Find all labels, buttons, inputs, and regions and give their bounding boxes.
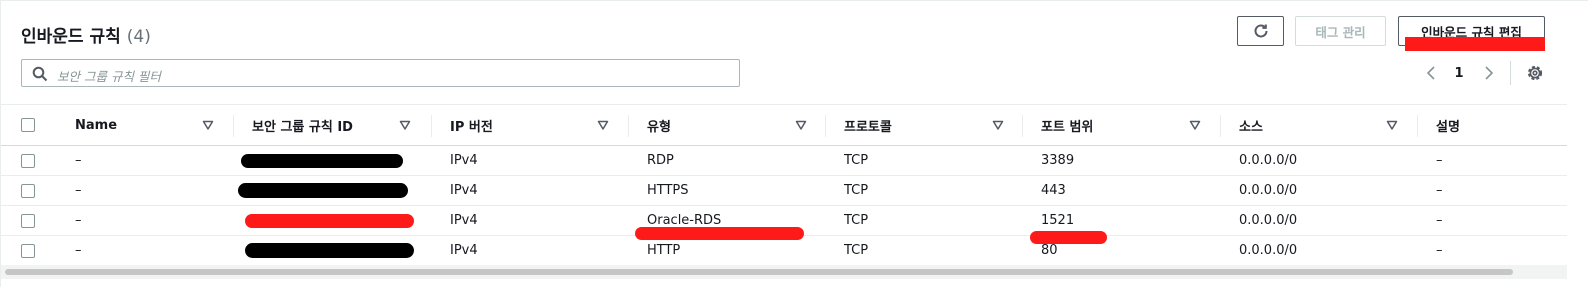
cell-description: – bbox=[1436, 243, 1443, 258]
cell-name: – bbox=[75, 213, 82, 228]
gear-icon bbox=[1527, 65, 1543, 81]
cell-source: 0.0.0.0/0 bbox=[1239, 153, 1298, 168]
redacted-rule-id bbox=[245, 214, 414, 228]
column-header-ip-version[interactable]: IP 버전 bbox=[450, 105, 493, 145]
table-row[interactable]: – IPv4 HTTP TCP 80 0.0.0.0/0 – bbox=[1, 236, 1567, 266]
horizontal-scrollbar-thumb[interactable] bbox=[5, 269, 1513, 275]
annotation-red-bar bbox=[1405, 37, 1545, 51]
cell-ip-version: IPv4 bbox=[450, 183, 478, 198]
cell-description: – bbox=[1436, 153, 1443, 168]
manage-tags-button[interactable]: 태그 관리 bbox=[1295, 16, 1386, 46]
table-row[interactable]: – IPv4 RDP TCP 3389 0.0.0.0/0 – bbox=[1, 146, 1567, 176]
row-checkbox[interactable] bbox=[21, 154, 35, 168]
column-header-rule-id[interactable]: 보안 그룹 규칙 ID bbox=[252, 105, 353, 145]
sort-down-icon[interactable] bbox=[1189, 119, 1201, 131]
column-divider bbox=[1022, 115, 1023, 137]
row-checkbox[interactable] bbox=[21, 214, 35, 228]
table-header: Name 보안 그룹 규칙 ID IP 버전 유형 프로토콜 포트 범위 소스 … bbox=[1, 104, 1567, 146]
cell-ip-version: IPv4 bbox=[450, 243, 478, 258]
sort-down-icon[interactable] bbox=[795, 119, 807, 131]
column-header-description[interactable]: 설명 bbox=[1436, 105, 1460, 145]
cell-description: – bbox=[1436, 183, 1443, 198]
cell-port-range: 443 bbox=[1041, 183, 1066, 198]
column-divider bbox=[628, 115, 629, 137]
sort-down-icon[interactable] bbox=[992, 119, 1004, 131]
cell-type: RDP bbox=[647, 153, 674, 168]
refresh-icon bbox=[1254, 24, 1267, 38]
row-checkbox[interactable] bbox=[21, 244, 35, 258]
row-checkbox[interactable] bbox=[21, 184, 35, 198]
cell-type: HTTPS bbox=[647, 183, 689, 198]
sort-down-icon[interactable] bbox=[1386, 119, 1398, 131]
cell-source: 0.0.0.0/0 bbox=[1239, 183, 1298, 198]
pager-divider bbox=[1510, 61, 1511, 85]
cell-protocol: TCP bbox=[844, 183, 869, 198]
search-icon bbox=[32, 66, 48, 82]
column-header-port-range[interactable]: 포트 범위 bbox=[1041, 105, 1093, 145]
column-divider bbox=[431, 115, 432, 137]
column-header-type[interactable]: 유형 bbox=[647, 105, 671, 145]
previous-page-button[interactable] bbox=[1422, 63, 1440, 83]
inbound-rules-panel: 인바운드 규칙 (4) 태그 관리 인바운드 규칙 편집 보안 그룹 규칙 필터 … bbox=[0, 0, 1588, 287]
search-field[interactable]: 보안 그룹 규칙 필터 bbox=[21, 59, 740, 87]
column-header-source[interactable]: 소스 bbox=[1239, 105, 1263, 145]
cell-name: – bbox=[75, 243, 82, 258]
select-all-checkbox[interactable] bbox=[21, 118, 35, 132]
cell-source: 0.0.0.0/0 bbox=[1239, 243, 1298, 258]
cell-type: HTTP bbox=[647, 243, 681, 258]
redacted-rule-id bbox=[245, 243, 414, 258]
column-header-protocol[interactable]: 프로토콜 bbox=[844, 105, 892, 145]
table-settings-button[interactable] bbox=[1525, 63, 1545, 83]
cell-name: – bbox=[75, 183, 82, 198]
rule-count: (4) bbox=[126, 27, 151, 47]
cell-protocol: TCP bbox=[844, 153, 869, 168]
chevron-right-icon bbox=[1485, 66, 1494, 80]
column-divider bbox=[233, 115, 234, 137]
column-header-name[interactable]: Name bbox=[75, 105, 117, 145]
search-placeholder: 보안 그룹 규칙 필터 bbox=[57, 69, 161, 84]
refresh-button[interactable] bbox=[1237, 16, 1284, 46]
next-page-button[interactable] bbox=[1480, 63, 1498, 83]
column-divider bbox=[825, 115, 826, 137]
chevron-left-icon bbox=[1426, 66, 1435, 80]
cell-ip-version: IPv4 bbox=[450, 153, 478, 168]
redacted-rule-id bbox=[241, 154, 403, 168]
sort-down-icon[interactable] bbox=[202, 119, 214, 131]
page-title: 인바운드 규칙 (4) bbox=[21, 22, 151, 47]
cell-port-range: 3389 bbox=[1041, 153, 1075, 168]
title-text: 인바운드 규칙 bbox=[21, 27, 121, 47]
current-page[interactable]: 1 bbox=[1451, 63, 1467, 83]
cell-ip-version: IPv4 bbox=[450, 213, 478, 228]
redacted-rule-id bbox=[238, 183, 408, 198]
column-divider bbox=[1220, 115, 1221, 137]
cell-protocol: TCP bbox=[844, 243, 869, 258]
cell-name: – bbox=[75, 153, 82, 168]
table-row[interactable]: – IPv4 HTTPS TCP 443 0.0.0.0/0 – bbox=[1, 176, 1567, 206]
cell-protocol: TCP bbox=[844, 213, 869, 228]
sort-down-icon[interactable] bbox=[597, 119, 609, 131]
cell-source: 0.0.0.0/0 bbox=[1239, 213, 1298, 228]
column-divider bbox=[1417, 115, 1418, 137]
cell-description: – bbox=[1436, 213, 1443, 228]
cell-port-range: 80 bbox=[1041, 243, 1058, 258]
table-row[interactable]: – IPv4 Oracle-RDS TCP 1521 0.0.0.0/0 – bbox=[1, 206, 1567, 244]
sort-down-icon[interactable] bbox=[399, 119, 411, 131]
